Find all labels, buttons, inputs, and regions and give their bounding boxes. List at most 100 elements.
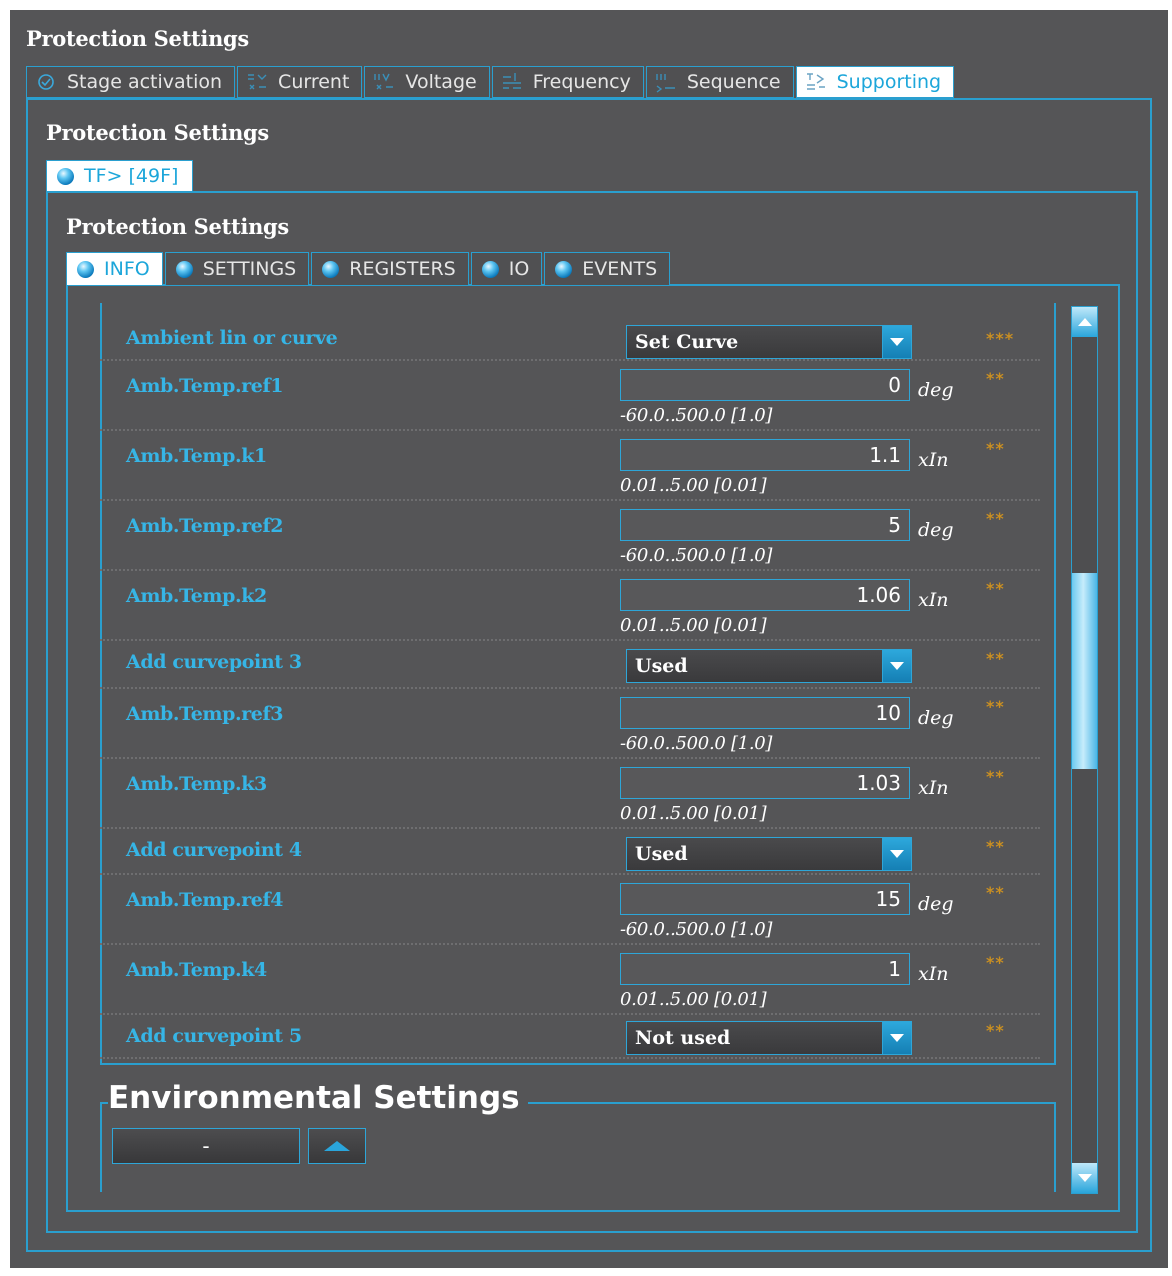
setting-row-add-curvepoint-5: Add curvepoint 5 Not used ** <box>100 1013 1040 1059</box>
tab-events[interactable]: EVENTS <box>544 252 671 286</box>
tab-label: Stage activation <box>67 71 223 93</box>
tab-label: Supporting <box>836 71 942 93</box>
tab-frequency[interactable]: Frequency <box>491 66 644 98</box>
tab-label: SETTINGS <box>202 258 297 280</box>
chevron-down-icon[interactable] <box>882 650 911 682</box>
tab-current[interactable]: Current <box>237 66 363 98</box>
amb-temp-ref4-input[interactable]: 15 <box>620 883 910 915</box>
tab-registers[interactable]: REGISTERS <box>311 252 469 286</box>
environmental-settings-title: Environmental Settings <box>108 1080 528 1116</box>
stage-tab-bar: TF> [49F] <box>46 160 195 192</box>
unit-label: deg <box>918 893 954 915</box>
tab-sequence[interactable]: Sequence <box>645 66 794 98</box>
tab-info[interactable]: INFO <box>66 252 163 286</box>
tab-settings[interactable]: SETTINGS <box>164 252 310 286</box>
sequence-icon <box>653 70 679 94</box>
frequency-icon <box>499 70 525 94</box>
tab-label: INFO <box>104 258 150 280</box>
access-level-stars: ** <box>986 953 1005 972</box>
range-hint: 0.01..5.00 [0.01] <box>620 803 767 824</box>
select-value: Not used <box>635 1027 731 1049</box>
tab-label: Current <box>278 71 350 93</box>
setting-label: Add curvepoint 4 <box>126 839 302 861</box>
ambient-curve-select[interactable]: Set Curve <box>626 325 912 359</box>
status-orb-icon <box>57 167 74 185</box>
chevron-down-icon[interactable] <box>882 838 911 870</box>
setting-label: Amb.Temp.k2 <box>126 585 267 607</box>
amb-temp-k3-input[interactable]: 1.03 <box>620 767 910 799</box>
amb-temp-k4-input[interactable]: 1 <box>620 953 910 985</box>
status-orb-icon <box>77 260 94 278</box>
status-orb-icon <box>555 260 573 278</box>
curvepoint-4-select[interactable]: Used <box>626 837 912 871</box>
protection-settings-window: Protection Settings Stage activation Cur… <box>10 10 1168 1268</box>
status-orb-icon <box>481 260 499 278</box>
range-hint: 0.01..5.00 [0.01] <box>620 615 767 636</box>
select-value: Used <box>635 843 688 865</box>
setting-row-add-curvepoint-3: Add curvepoint 3 Used ** <box>100 639 1040 689</box>
access-level-stars: ** <box>986 883 1005 902</box>
window-title: Protection Settings <box>26 26 249 51</box>
setting-row-amb-temp-k2: Amb.Temp.k2 1.06 xIn 0.01..5.00 [0.01] *… <box>100 569 1040 641</box>
tab-label: Voltage <box>405 71 477 93</box>
unit-label: xIn <box>918 589 949 611</box>
setting-row-amb-temp-k1: Amb.Temp.k1 1.1 xIn 0.01..5.00 [0.01] ** <box>100 429 1040 501</box>
top-tab-bar: Stage activation Current Voltage Frequen… <box>26 66 956 98</box>
scroll-up-button[interactable] <box>1072 307 1097 337</box>
collapse-up-button[interactable] <box>308 1128 366 1164</box>
tab-label: IO <box>508 258 530 280</box>
amb-temp-k1-input[interactable]: 1.1 <box>620 439 910 471</box>
setting-row-amb-temp-ref4: Amb.Temp.ref4 15 deg -60.0..500.0 [1.0] … <box>100 873 1040 945</box>
setting-label: Amb.Temp.ref3 <box>126 703 284 725</box>
status-orb-icon <box>175 260 193 278</box>
amb-temp-k2-input[interactable]: 1.06 <box>620 579 910 611</box>
select-value: Set Curve <box>635 331 739 353</box>
access-level-stars: ** <box>986 579 1005 598</box>
setting-row-amb-temp-ref2: Amb.Temp.ref2 5 deg -60.0..500.0 [1.0] *… <box>100 499 1040 571</box>
setting-label: Amb.Temp.ref4 <box>126 889 284 911</box>
vertical-scrollbar[interactable] <box>1071 306 1098 1194</box>
supporting-icon <box>803 70 829 94</box>
voltage-icon <box>371 70 397 94</box>
unit-label: deg <box>918 379 954 401</box>
setting-row-ambient-lin-or-curve: Ambient lin or curve Set Curve *** <box>100 315 1040 361</box>
current-icon <box>244 70 270 94</box>
chevron-down-icon[interactable] <box>882 326 911 358</box>
amb-temp-ref1-input[interactable]: 0 <box>620 369 910 401</box>
chevron-down-icon[interactable] <box>882 1022 911 1054</box>
unit-label: deg <box>918 519 954 541</box>
setting-row-amb-temp-ref1: Amb.Temp.ref1 0 deg -60.0..500.0 [1.0] *… <box>100 359 1040 431</box>
tab-label: Frequency <box>532 71 631 93</box>
amb-temp-ref2-input[interactable]: 5 <box>620 509 910 541</box>
tab-stage-activation[interactable]: Stage activation <box>26 66 236 98</box>
range-hint: 0.01..5.00 [0.01] <box>620 475 767 496</box>
curvepoint-5-select[interactable]: Not used <box>626 1021 912 1055</box>
amb-temp-ref3-input[interactable]: 10 <box>620 697 910 729</box>
range-hint: -60.0..500.0 [1.0] <box>620 733 773 754</box>
tab-voltage[interactable]: Voltage <box>364 66 490 98</box>
select-value: Used <box>635 655 688 677</box>
tab-supporting[interactable]: Supporting <box>795 66 955 98</box>
access-level-stars: *** <box>986 329 1015 348</box>
status-orb-icon <box>322 260 340 278</box>
tab-tf-49f[interactable]: TF> [49F] <box>46 160 194 192</box>
settings-list: Ambient lin or curve Set Curve *** Amb.T… <box>100 303 1056 1065</box>
setting-row-amb-temp-ref3: Amb.Temp.ref3 10 deg -60.0..500.0 [1.0] … <box>100 687 1040 759</box>
tab-label: TF> [49F] <box>84 165 179 187</box>
access-level-stars: ** <box>986 649 1005 668</box>
tab-label: REGISTERS <box>349 258 456 280</box>
curvepoint-3-select[interactable]: Used <box>626 649 912 683</box>
setting-label: Add curvepoint 3 <box>126 651 302 673</box>
range-hint: -60.0..500.0 [1.0] <box>620 545 773 566</box>
access-level-stars: ** <box>986 697 1005 716</box>
triangle-up-icon <box>324 1141 350 1151</box>
section-title: Protection Settings <box>46 120 269 145</box>
range-hint: -60.0..500.0 [1.0] <box>620 919 773 940</box>
scroll-thumb[interactable] <box>1072 573 1097 769</box>
unit-label: xIn <box>918 449 949 471</box>
scroll-down-button[interactable] <box>1072 1163 1097 1193</box>
access-level-stars: ** <box>986 767 1005 786</box>
environmental-dash-button[interactable]: - <box>112 1128 300 1164</box>
tab-io[interactable]: IO <box>470 252 543 286</box>
access-level-stars: ** <box>986 1021 1005 1040</box>
